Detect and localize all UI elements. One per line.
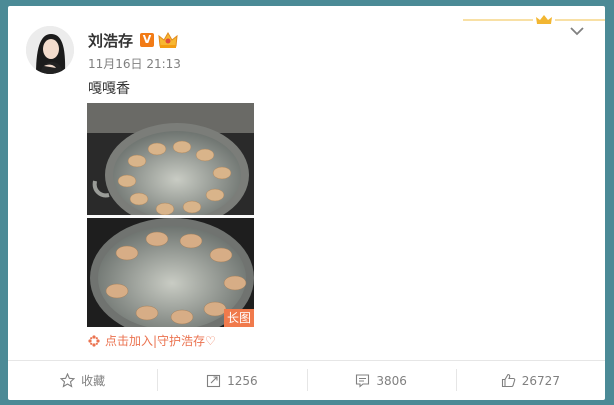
star-icon <box>60 373 76 388</box>
action-bar: 收藏 1256 3806 26727 <box>8 361 605 400</box>
like-icon <box>501 373 516 388</box>
author-name[interactable]: 刘浩存 <box>88 30 133 51</box>
topic-link[interactable]: 点击加入|守护浩存♡ <box>88 332 216 349</box>
like-button[interactable]: 26727 <box>455 361 605 400</box>
post-timestamp[interactable]: 11月16日 21:13 <box>88 55 181 72</box>
comment-count: 3806 <box>376 373 407 388</box>
crown-icon[interactable] <box>158 31 178 49</box>
post-text: 嘎嘎香 <box>88 81 130 97</box>
repost-button[interactable]: 1256 <box>157 361 306 400</box>
repost-icon <box>207 374 221 388</box>
repost-count: 1256 <box>227 373 258 388</box>
decoration-crown-line-icon <box>463 15 605 24</box>
post-card: 刘浩存 V 11月16日 21:13 嘎嘎香 长图 点击加入|守护浩存♡ 收藏 … <box>8 6 605 400</box>
like-count: 26727 <box>521 373 560 388</box>
topic-label: 点击加入|守护浩存♡ <box>105 334 216 348</box>
favorite-button[interactable]: 收藏 <box>8 361 157 400</box>
post-image[interactable]: 长图 <box>87 103 254 327</box>
chevron-down-icon[interactable] <box>570 26 584 36</box>
pot-dumplings-image <box>87 103 254 327</box>
long-image-tag: 长图 <box>223 309 254 327</box>
favorite-label: 收藏 <box>81 374 106 388</box>
avatar[interactable] <box>26 26 74 74</box>
comment-icon <box>356 374 370 388</box>
author-row: 刘浩存 V <box>88 30 178 50</box>
verified-badge[interactable]: V <box>140 33 155 47</box>
topic-icon <box>88 334 100 347</box>
comment-button[interactable]: 3806 <box>306 361 456 400</box>
